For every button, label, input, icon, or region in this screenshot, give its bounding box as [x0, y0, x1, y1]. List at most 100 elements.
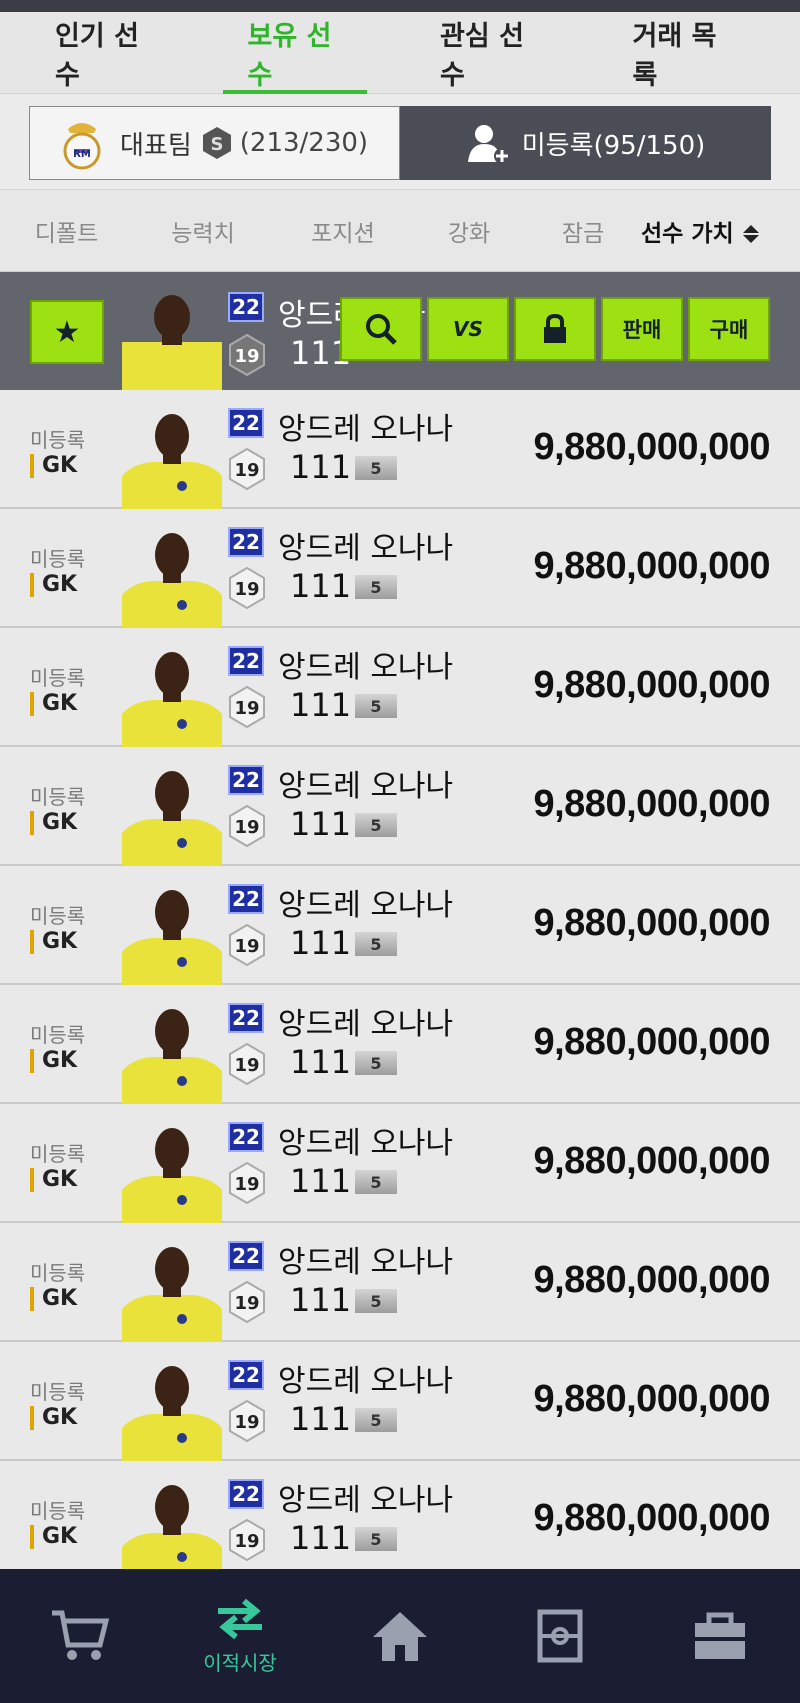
player-name: 앙드레 오나나: [278, 650, 454, 685]
nav-home[interactable]: [320, 1569, 480, 1703]
player-price: 9,880,000,000: [533, 664, 770, 706]
club-crest-icon: RM: [63, 123, 101, 170]
team-count: (213/230): [239, 128, 369, 158]
player-row[interactable]: 미등록 GK 22 앙드레 오나나 19 111 5 9,880,000,000: [0, 1223, 800, 1342]
sort-lock[interactable]: 잠금: [525, 214, 641, 248]
sort-player-value-label: 선수 가치: [641, 220, 734, 247]
enhance-grade: 5: [355, 456, 397, 480]
player-price: 9,880,000,000: [533, 1497, 770, 1539]
enhance-grade: 5: [355, 813, 397, 837]
season-badge: 22: [228, 646, 264, 676]
position-label: GK: [30, 692, 77, 716]
player-row[interactable]: 미등록 GK 22 앙드레 오나나 19 111 5 9,880,000,000: [0, 1342, 800, 1461]
player-photo: [122, 295, 222, 390]
tab-watchlist[interactable]: 관심 선수: [415, 12, 560, 94]
player-row[interactable]: 미등록 GK 22 앙드레 오나나 19 111 5 9,880,000,000: [0, 747, 800, 866]
selected-player-row[interactable]: ★ 22 앙드레 오나나 19 111 VS 판매 구매: [0, 272, 800, 390]
registration-status: 미등록: [30, 904, 86, 928]
enhance-grade: 5: [355, 575, 397, 599]
sort-player-value[interactable]: 선수 가치: [641, 214, 800, 248]
sell-button[interactable]: 판매: [601, 297, 683, 361]
hex-level-icon: 19: [229, 1043, 265, 1085]
home-icon: [373, 1612, 427, 1661]
svg-text:19: 19: [234, 346, 259, 367]
season-badge: 22: [228, 408, 264, 438]
player-list: 미등록 GK 22 앙드레 오나나 19 111 5 9,880,000,000…: [0, 390, 800, 1580]
hex-level-icon: 19: [229, 448, 265, 490]
position-label: GK: [30, 1525, 77, 1549]
enhance-grade: 5: [355, 1170, 397, 1194]
player-price: 9,880,000,000: [533, 1259, 770, 1301]
nav-transfer-label: 이적시장: [203, 1650, 277, 1675]
player-row[interactable]: 미등록 GK 22 앙드레 오나나 19 111 5 9,880,000,000: [0, 985, 800, 1104]
s-badge-icon: S: [202, 127, 231, 159]
player-name: 앙드레 오나나: [278, 1364, 454, 1399]
season-badge: 22: [228, 1241, 264, 1271]
enhance-grade: 5: [355, 1408, 397, 1432]
registration-status: 미등록: [30, 547, 86, 571]
sort-ability[interactable]: 능력치: [133, 214, 273, 248]
registration-status: 미등록: [30, 666, 86, 690]
player-name: 앙드레 오나나: [278, 888, 454, 923]
compare-button[interactable]: VS: [427, 297, 509, 361]
player-ovr: 111: [290, 448, 352, 486]
hex-level-icon: 19: [229, 1162, 265, 1204]
position-label: GK: [30, 1168, 77, 1192]
player-row[interactable]: 미등록 GK 22 앙드레 오나나 19 111 5 9,880,000,000: [0, 628, 800, 747]
player-ovr: 111: [290, 1162, 352, 1200]
hex-level-icon: 19: [229, 805, 265, 847]
season-badge: 22: [228, 292, 264, 322]
player-row[interactable]: 미등록 GK 22 앙드레 오나나 19 111 5 9,880,000,000: [0, 509, 800, 628]
tab-popular[interactable]: 인기 선수: [30, 12, 175, 94]
svg-text:19: 19: [234, 817, 259, 838]
vs-search-icon: VS: [453, 317, 483, 341]
hex-level-icon: 19: [229, 686, 265, 728]
player-price: 9,880,000,000: [533, 545, 770, 587]
team-selector: RM 대표팀 S (213/230) 미등록(95/150): [0, 94, 800, 190]
svg-text:19: 19: [234, 1412, 259, 1433]
tab-bar: 인기 선수 보유 선수 관심 선수 거래 목록: [0, 12, 800, 94]
hex-level-icon: 19: [229, 1400, 265, 1442]
registration-status: 미등록: [30, 785, 86, 809]
sort-enhance[interactable]: 강화: [413, 214, 525, 248]
player-name: 앙드레 오나나: [278, 531, 454, 566]
registration-status: 미등록: [30, 1023, 86, 1047]
enhance-grade: 5: [355, 1527, 397, 1551]
main-team-button[interactable]: RM 대표팀 S (213/230): [29, 106, 400, 180]
nav-squad[interactable]: [480, 1569, 640, 1703]
buy-button[interactable]: 구매: [688, 297, 770, 361]
player-row[interactable]: 미등록 GK 22 앙드레 오나나 19 111 5 9,880,000,000: [0, 390, 800, 509]
player-photo: [122, 1366, 222, 1461]
transfer-icon: [218, 1598, 262, 1639]
position-label: GK: [30, 1406, 77, 1430]
status-bar: [0, 0, 800, 12]
unregistered-button[interactable]: 미등록(95/150): [400, 106, 771, 180]
svg-text:19: 19: [234, 1293, 259, 1314]
player-row[interactable]: 미등록 GK 22 앙드레 오나나 19 111 5 9,880,000,000: [0, 866, 800, 985]
favorite-button[interactable]: ★: [30, 300, 104, 364]
player-price: 9,880,000,000: [533, 1021, 770, 1063]
briefcase-icon: [695, 1612, 745, 1659]
season-badge: 22: [228, 1122, 264, 1152]
player-photo: [122, 652, 222, 747]
team-label: 대표팀: [120, 130, 192, 161]
svg-text:19: 19: [234, 1531, 259, 1552]
lock-button[interactable]: [514, 297, 596, 361]
player-name: 앙드레 오나나: [278, 1483, 454, 1518]
nav-inventory[interactable]: [640, 1569, 800, 1703]
nav-shop[interactable]: [0, 1569, 160, 1703]
player-price: 9,880,000,000: [533, 1140, 770, 1182]
search-button[interactable]: [340, 297, 422, 361]
player-row[interactable]: 미등록 GK 22 앙드레 오나나 19 111 5 9,880,000,000: [0, 1461, 800, 1580]
cart-icon: [52, 1610, 110, 1660]
bottom-nav: 이적시장: [0, 1569, 800, 1703]
season-badge: 22: [228, 884, 264, 914]
nav-transfer-market[interactable]: 이적시장: [160, 1569, 320, 1703]
tab-trades[interactable]: 거래 목록: [608, 12, 753, 94]
player-row[interactable]: 미등록 GK 22 앙드레 오나나 19 111 5 9,880,000,000: [0, 1104, 800, 1223]
svg-text:19: 19: [234, 1174, 259, 1195]
tab-owned[interactable]: 보유 선수: [222, 12, 368, 94]
season-badge: 22: [228, 765, 264, 795]
sort-default[interactable]: 디폴트: [0, 214, 133, 248]
sort-position[interactable]: 포지션: [273, 214, 413, 248]
